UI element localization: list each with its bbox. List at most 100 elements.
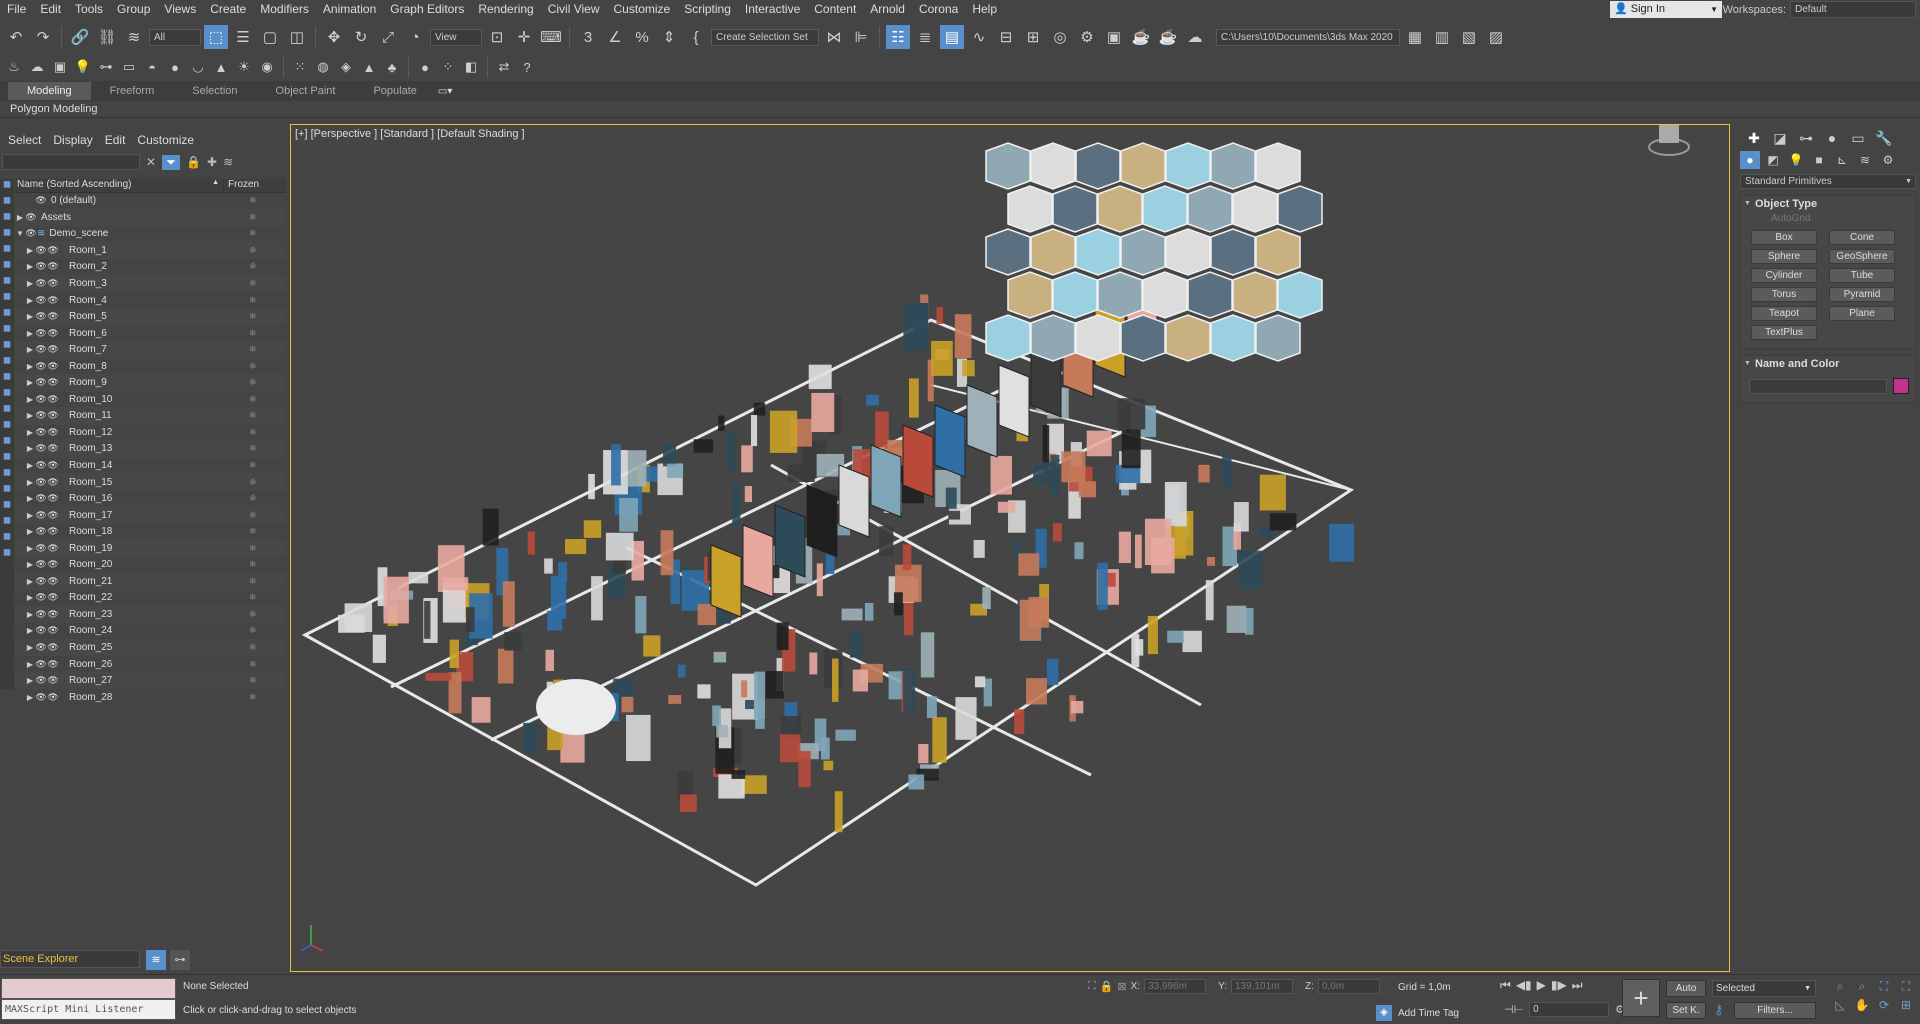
material-sphere-icon[interactable]: ● [415, 57, 435, 77]
expand-toggle-icon[interactable]: ▶ [25, 345, 35, 354]
visibility-eye-icon[interactable]: 👁 [35, 477, 47, 488]
expand-toggle-icon[interactable]: ▶ [25, 411, 35, 420]
render-eye-icon[interactable]: 👁 [47, 675, 59, 686]
settings-filter-icon[interactable]: ◼ [0, 483, 14, 499]
add-time-tag[interactable]: ◈ Add Time Tag [1376, 1005, 1459, 1021]
material-editor-icon[interactable]: ◎ [1048, 25, 1072, 49]
field-of-view-icon[interactable]: ◺ [1830, 998, 1850, 1012]
set-key-button[interactable]: Set K. [1666, 1002, 1706, 1019]
visibility-eye-icon[interactable]: 👁 [35, 410, 47, 421]
pan-icon[interactable]: ✋ [1852, 998, 1872, 1012]
expand-toggle-icon[interactable]: ▼ [15, 229, 25, 238]
frozen-toggle-icon[interactable]: ❄ [249, 295, 257, 306]
ribbon-tab-object-paint[interactable]: Object Paint [257, 82, 355, 100]
render-eye-icon[interactable]: 👁 [47, 493, 59, 504]
menu-help[interactable]: Help [965, 0, 1004, 19]
sun-disk-icon[interactable]: ◉ [257, 57, 277, 77]
sign-in-dropdown[interactable]: 👤 Sign In ▼ [1610, 1, 1722, 18]
sphere-icon[interactable]: ● [165, 57, 185, 77]
dome-icon[interactable]: ◓ [142, 57, 162, 77]
geosphere-button[interactable]: GeoSphere [1829, 249, 1895, 264]
visibility-eye-icon[interactable]: 👁 [35, 427, 47, 438]
teapot-icon[interactable]: ♨ [4, 57, 24, 77]
play-icon[interactable]: ▶ [1537, 978, 1546, 993]
project-options-icon[interactable]: ▨ [1484, 25, 1508, 49]
explorer-row[interactable]: ▶ 👁 👁 Room_23 ❄ [15, 606, 286, 624]
render-eye-icon[interactable]: 👁 [47, 559, 59, 570]
explorer-row[interactable]: ▶ 👁 👁 Room_4 ❄ [15, 292, 286, 309]
explorer-row[interactable]: ▼ 👁 ≋ Demo_scene ❄ [15, 226, 286, 243]
orbit-icon[interactable]: ⟳ [1874, 998, 1894, 1012]
scale-icon[interactable]: ⤢ [376, 25, 400, 49]
visibility-eye-icon[interactable]: 👁 [35, 394, 47, 405]
ribbon-panel-label[interactable]: Polygon Modeling [0, 101, 1920, 118]
object-color-swatch[interactable] [1893, 378, 1909, 394]
menu-civil-view[interactable]: Civil View [541, 0, 607, 19]
hide-filter-icon[interactable]: ◼ [0, 403, 14, 419]
ribbon-tab-modeling[interactable]: Modeling [8, 82, 91, 100]
explorer-row[interactable]: ▶ 👁 👁 Room_21 ❄ [15, 573, 286, 591]
go-to-end-icon[interactable]: ⏭ [1572, 978, 1583, 993]
scatter-icon[interactable]: ⁙ [290, 57, 310, 77]
frozen-toggle-icon[interactable]: ❄ [249, 261, 257, 272]
menu-create[interactable]: Create [203, 0, 253, 19]
explorer-row[interactable]: ▶ 👁 👁 Room_18 ❄ [15, 524, 286, 541]
camera-icon[interactable]: ⊶ [96, 57, 116, 77]
curve-editor-icon[interactable]: ∿ [967, 25, 991, 49]
frozen-toggle-icon[interactable]: ❄ [249, 212, 257, 223]
cone-button[interactable]: Cone [1829, 230, 1895, 245]
cylinder-button[interactable]: Cylinder [1751, 268, 1817, 283]
filter-icon[interactable]: ⏷ [162, 154, 181, 170]
frozen-toggle-icon[interactable]: ❄ [249, 692, 257, 703]
image-icon[interactable]: ▣ [50, 57, 70, 77]
render-eye-icon[interactable]: 👁 [47, 443, 59, 454]
visibility-eye-icon[interactable]: 👁 [35, 526, 47, 537]
systems-icon[interactable]: ⚙ [1878, 151, 1898, 169]
link-icon[interactable]: 🔗 [68, 25, 92, 49]
ribbon-tab-freeform[interactable]: Freeform [91, 82, 174, 100]
frozen-toggle-icon[interactable]: ❄ [249, 377, 257, 388]
space-warps-filter-icon[interactable]: ◼ [0, 259, 14, 275]
torus-button[interactable]: Torus [1751, 287, 1817, 302]
expand-toggle-icon[interactable]: ▶ [25, 693, 35, 702]
filters-button[interactable]: Filters... [1734, 1002, 1816, 1019]
expand-toggle-icon[interactable]: ▶ [25, 527, 35, 536]
frozen-toggle-icon[interactable]: ❄ [249, 592, 257, 603]
frozen-toggle-icon[interactable]: ❄ [249, 460, 257, 471]
expand-toggle-icon[interactable]: ▶ [25, 246, 35, 255]
render-eye-icon[interactable]: 👁 [47, 477, 59, 488]
multimap-icon[interactable]: ◧ [461, 57, 481, 77]
expand-toggle-icon[interactable]: ▶ [25, 610, 35, 619]
percent-snap-icon[interactable]: % [630, 25, 654, 49]
menu-rendering[interactable]: Rendering [471, 0, 540, 19]
sort-filter-icon[interactable]: ◼ [0, 419, 14, 435]
zoom-extents-all-icon[interactable]: ⛶ [1896, 979, 1916, 994]
visibility-eye-icon[interactable]: 👁 [35, 460, 47, 471]
schematic-view-icon[interactable]: ⊞ [1021, 25, 1045, 49]
visibility-eye-icon[interactable]: 👁 [35, 261, 47, 272]
frozen-toggle-icon[interactable]: ❄ [249, 311, 257, 322]
visibility-eye-icon[interactable]: 👁 [35, 295, 47, 306]
y-coordinate-field[interactable]: 139,101m [1230, 979, 1293, 994]
explorer-search-input[interactable] [2, 154, 140, 170]
viewport-label[interactable]: [+] [Perspective ] [Standard ] [Default … [295, 128, 525, 140]
visibility-eye-icon[interactable]: 👁 [35, 675, 47, 686]
box-button[interactable]: Box [1751, 230, 1817, 245]
geometry-filter-icon[interactable]: ◼ [0, 179, 14, 195]
explorer-row[interactable]: ▶ 👁 👁 Room_14 ❄ [15, 458, 286, 475]
set-key-big-button[interactable]: + [1622, 979, 1660, 1017]
shader-ball-icon[interactable]: ◍ [313, 57, 333, 77]
render-eye-icon[interactable]: 👁 [47, 394, 59, 405]
explorer-row[interactable]: ▶ 👁 👁 Room_11 ❄ [15, 408, 286, 425]
expand-toggle-icon[interactable]: ▶ [25, 444, 35, 453]
frozen-toggle-icon[interactable]: ❄ [249, 675, 257, 686]
box-primitive-icon[interactable]: ▭ [119, 57, 139, 77]
expand-toggle-icon[interactable]: ▶ [25, 511, 35, 520]
visibility-eye-icon[interactable]: 👁 [35, 576, 47, 587]
frozen-toggle-icon[interactable]: ❄ [249, 576, 257, 587]
render-eye-icon[interactable]: 👁 [47, 361, 59, 372]
object-type-header[interactable]: Object Type [1741, 196, 1915, 212]
select-object-icon[interactable]: ⬚ [204, 25, 228, 49]
invert-filter-icon[interactable]: ◼ [0, 371, 14, 387]
help-icon[interactable]: ? [517, 57, 537, 77]
